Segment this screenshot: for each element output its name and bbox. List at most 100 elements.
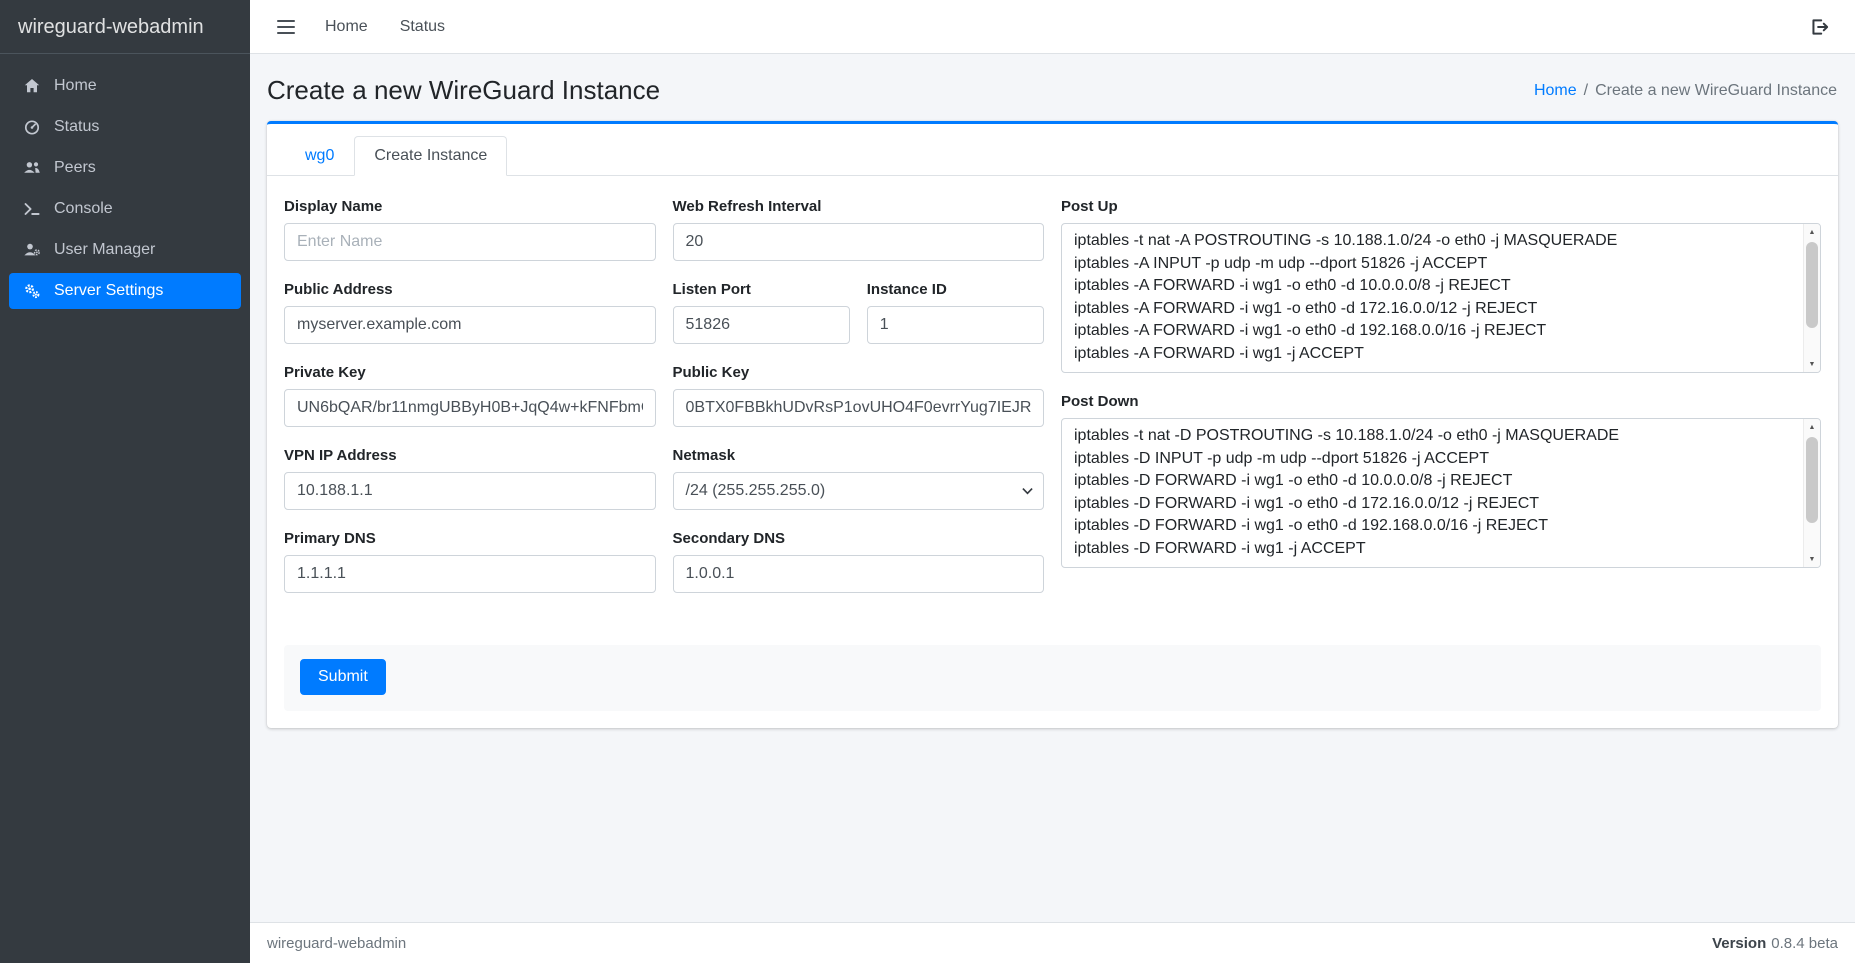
topnav-link-home[interactable]: Home xyxy=(312,10,381,44)
form-footer: Submit xyxy=(284,645,1821,711)
listen-port-label: Listen Port xyxy=(673,281,850,298)
peers-icon xyxy=(22,159,42,177)
private-key-group: Private Key xyxy=(284,364,656,427)
display-name-group: Display Name xyxy=(284,198,656,261)
listen-port-group: Listen Port xyxy=(673,281,850,344)
scroll-up-icon[interactable]: ▲ xyxy=(1804,419,1820,435)
post-up-vertical-scrollbar[interactable]: ▲ ▼ xyxy=(1803,224,1820,372)
netmask-label: Netmask xyxy=(673,447,1045,464)
port-id-group: Listen Port Instance ID xyxy=(673,281,1045,344)
tab-create-instance[interactable]: Create Instance xyxy=(354,136,507,176)
breadcrumb: Home / Create a new WireGuard Instance xyxy=(1534,82,1837,100)
post-up-textarea[interactable]: iptables -t nat -A POSTROUTING -s 10.188… xyxy=(1061,223,1821,373)
listen-port-input[interactable] xyxy=(673,306,850,344)
content-header: Create a new WireGuard Instance Home / Cre… xyxy=(250,54,1855,121)
public-address-label: Public Address xyxy=(284,281,656,298)
app-window: wireguard-webadmin Home Status Peers xyxy=(0,0,1855,963)
scroll-down-icon[interactable]: ▼ xyxy=(1804,356,1820,372)
main-footer: wireguard-webadmin Version 0.8.4 beta xyxy=(250,922,1855,963)
form-fields-right: Post Up iptables -t nat -A POSTROUTING -… xyxy=(1061,198,1821,613)
web-refresh-interval-label: Web Refresh Interval xyxy=(673,198,1045,215)
primary-dns-input[interactable] xyxy=(284,555,656,593)
web-refresh-interval-input[interactable] xyxy=(673,223,1045,261)
public-key-input[interactable] xyxy=(673,389,1045,427)
post-down-group: Post Down iptables -t nat -D POSTROUTING… xyxy=(1061,393,1821,568)
user-manager-icon xyxy=(22,241,42,259)
form-fields-left: Display Name Web Refresh Interval Public… xyxy=(284,198,1044,613)
sidebar-toggle-icon[interactable] xyxy=(266,11,306,43)
public-address-input[interactable] xyxy=(284,306,656,344)
vpn-ip-label: VPN IP Address xyxy=(284,447,656,464)
home-icon xyxy=(22,77,42,95)
tab-wg0[interactable]: wg0 xyxy=(285,136,354,176)
instance-id-group: Instance ID xyxy=(867,281,1044,344)
sidebar-brand[interactable]: wireguard-webadmin xyxy=(0,0,250,54)
submit-button[interactable]: Submit xyxy=(300,659,386,695)
public-key-label: Public Key xyxy=(673,364,1045,381)
console-icon xyxy=(22,200,42,218)
breadcrumb-home-link[interactable]: Home xyxy=(1534,82,1577,99)
secondary-dns-label: Secondary DNS xyxy=(673,530,1045,547)
post-down-label: Post Down xyxy=(1061,393,1821,410)
sidebar-item-label: Server Settings xyxy=(54,282,163,300)
footer-brand: wireguard-webadmin xyxy=(267,935,406,952)
private-key-label: Private Key xyxy=(284,364,656,381)
sidebar-item-peers[interactable]: Peers xyxy=(9,150,241,186)
post-down-content: iptables -t nat -D POSTROUTING -s 10.188… xyxy=(1062,419,1802,567)
sidebar-item-user-manager[interactable]: User Manager xyxy=(9,232,241,268)
chevron-down-icon xyxy=(1022,487,1033,495)
instance-form: Display Name Web Refresh Interval Public… xyxy=(267,176,1838,728)
logout-icon[interactable] xyxy=(1799,9,1839,45)
secondary-dns-group: Secondary DNS xyxy=(673,530,1045,593)
content-wrapper: Create a new WireGuard Instance Home / Cre… xyxy=(250,54,1855,922)
post-up-group: Post Up iptables -t nat -A POSTROUTING -… xyxy=(1061,198,1821,373)
sidebar-item-label: Home xyxy=(54,77,97,95)
private-key-input[interactable] xyxy=(284,389,656,427)
sidebar-nav: Home Status Peers Console xyxy=(0,54,250,314)
sidebar-item-home[interactable]: Home xyxy=(9,68,241,104)
status-icon xyxy=(22,118,42,136)
web-refresh-interval-group: Web Refresh Interval xyxy=(673,198,1045,261)
instance-tabs: wg0 Create Instance xyxy=(267,124,1838,176)
sidebar-item-console[interactable]: Console xyxy=(9,191,241,227)
sidebar-item-status[interactable]: Status xyxy=(9,109,241,145)
version-info: Version 0.8.4 beta xyxy=(1712,935,1838,952)
version-label: Version xyxy=(1712,935,1766,952)
sidebar-item-label: Peers xyxy=(54,159,96,177)
post-down-textarea[interactable]: iptables -t nat -D POSTROUTING -s 10.188… xyxy=(1061,418,1821,568)
primary-dns-label: Primary DNS xyxy=(284,530,656,547)
display-name-input[interactable] xyxy=(284,223,656,261)
breadcrumb-separator: / xyxy=(1584,82,1588,99)
vpn-ip-input[interactable] xyxy=(284,472,656,510)
scrollbar-thumb[interactable] xyxy=(1806,437,1818,523)
sidebar-item-label: Status xyxy=(54,118,99,136)
netmask-group: Netmask /24 (255.255.255.0) xyxy=(673,447,1045,510)
secondary-dns-input[interactable] xyxy=(673,555,1045,593)
post-up-content: iptables -t nat -A POSTROUTING -s 10.188… xyxy=(1062,224,1802,372)
page-title: Create a new WireGuard Instance xyxy=(267,75,660,106)
sidebar-item-server-settings[interactable]: Server Settings xyxy=(9,273,241,309)
instance-id-input[interactable] xyxy=(867,306,1044,344)
sidebar-item-label: Console xyxy=(54,200,113,218)
display-name-label: Display Name xyxy=(284,198,656,215)
netmask-selected-value: /24 (255.255.255.0) xyxy=(686,482,826,500)
topnav-link-status[interactable]: Status xyxy=(387,10,458,44)
version-value: 0.8.4 beta xyxy=(1771,935,1838,952)
public-address-group: Public Address xyxy=(284,281,656,344)
netmask-select[interactable]: /24 (255.255.255.0) xyxy=(673,472,1045,510)
instance-card: wg0 Create Instance Display Name Web xyxy=(267,121,1838,728)
breadcrumb-current: Create a new WireGuard Instance xyxy=(1595,82,1837,99)
instance-id-label: Instance ID xyxy=(867,281,1044,298)
vpn-ip-group: VPN IP Address xyxy=(284,447,656,510)
scroll-down-icon[interactable]: ▼ xyxy=(1804,551,1820,567)
sidebar-item-label: User Manager xyxy=(54,241,155,259)
main-area: Home Status Create a new WireGuard Insta… xyxy=(250,0,1855,963)
top-navbar: Home Status xyxy=(250,0,1855,54)
primary-dns-group: Primary DNS xyxy=(284,530,656,593)
post-down-vertical-scrollbar[interactable]: ▲ ▼ xyxy=(1803,419,1820,567)
sidebar: wireguard-webadmin Home Status Peers xyxy=(0,0,250,963)
server-settings-icon xyxy=(22,282,42,300)
public-key-group: Public Key xyxy=(673,364,1045,427)
scrollbar-thumb[interactable] xyxy=(1806,242,1818,328)
scroll-up-icon[interactable]: ▲ xyxy=(1804,224,1820,240)
